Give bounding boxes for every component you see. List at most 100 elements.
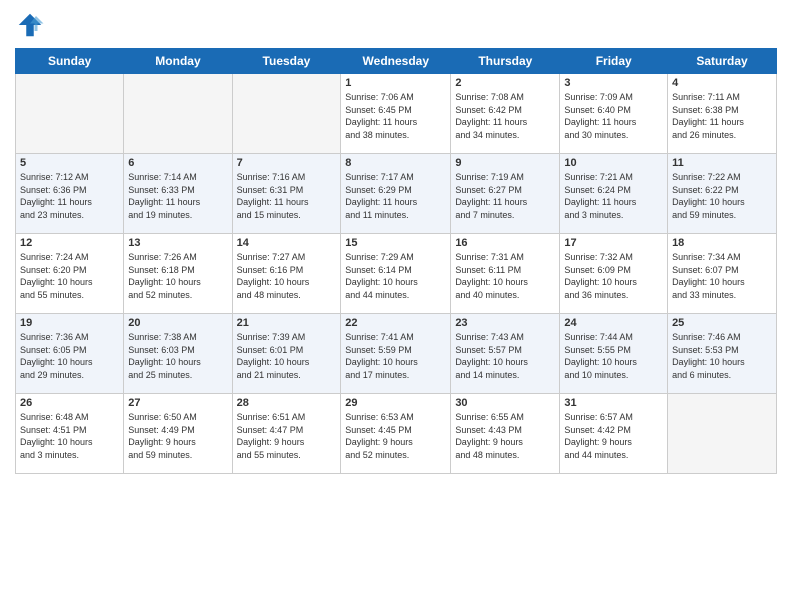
- calendar-cell: 28 Sunrise: 6:51 AM Sunset: 4:47 PM Dayli…: [232, 394, 341, 474]
- week-row-4: 19 Sunrise: 7:36 AM Sunset: 6:05 PM Dayli…: [16, 314, 777, 394]
- day-header-tuesday: Tuesday: [232, 49, 341, 74]
- day-number: 5: [20, 157, 119, 169]
- calendar-cell: 11 Sunrise: 7:22 AM Sunset: 6:22 PM Dayli…: [668, 154, 777, 234]
- day-number: 16: [455, 237, 555, 249]
- calendar-cell: [16, 74, 124, 154]
- day-number: 8: [345, 157, 446, 169]
- day-number: 10: [564, 157, 663, 169]
- calendar-cell: 10 Sunrise: 7:21 AM Sunset: 6:24 PM Dayli…: [560, 154, 668, 234]
- week-row-5: 26Sunrise: 6:48 AM Sunset: 4:51 PM Dayli…: [16, 394, 777, 474]
- calendar-cell: 12 Sunrise: 7:24 AM Sunset: 6:20 PM Dayli…: [16, 234, 124, 314]
- day-number: 20: [128, 317, 227, 329]
- day-info: Sunrise: 7:32 AM Sunset: 6:09 PM Dayligh…: [564, 251, 663, 301]
- day-number: 24: [564, 317, 663, 329]
- day-info: Sunrise: 7:27 AM Sunset: 6:16 PM Dayligh…: [237, 251, 337, 301]
- calendar-cell: [124, 74, 232, 154]
- day-number: 22: [345, 317, 446, 329]
- day-info: Sunrise: 7:06 AM Sunset: 6:45 PM Dayligh…: [345, 91, 446, 141]
- calendar-cell: 30 Sunrise: 6:55 AM Sunset: 4:43 PM Dayli…: [451, 394, 560, 474]
- day-header-wednesday: Wednesday: [341, 49, 451, 74]
- day-number: 19: [20, 317, 119, 329]
- day-number: 23: [455, 317, 555, 329]
- day-info: Sunrise: 7:14 AM Sunset: 6:33 PM Dayligh…: [128, 171, 227, 221]
- day-info: Sunrise: 7:46 AM Sunset: 5:53 PM Dayligh…: [672, 331, 772, 381]
- day-number: 3: [564, 77, 663, 89]
- day-info: Sunrise: 7:12 AM Sunset: 6:36 PM Dayligh…: [20, 171, 119, 221]
- day-info: Sunrise: 6:55 AM Sunset: 4:43 PM Dayligh…: [455, 411, 555, 461]
- day-number: 9: [455, 157, 555, 169]
- day-number: 15: [345, 237, 446, 249]
- day-info: Sunrise: 7:26 AM Sunset: 6:18 PM Dayligh…: [128, 251, 227, 301]
- calendar: SundayMondayTuesdayWednesdayThursdayFrid…: [15, 48, 777, 474]
- week-row-1: 1Sunrise: 7:06 AM Sunset: 6:45 PM Daylig…: [16, 74, 777, 154]
- day-info: Sunrise: 7:16 AM Sunset: 6:31 PM Dayligh…: [237, 171, 337, 221]
- calendar-cell: 14 Sunrise: 7:27 AM Sunset: 6:16 PM Dayli…: [232, 234, 341, 314]
- day-header-monday: Monday: [124, 49, 232, 74]
- calendar-cell: 1Sunrise: 7:06 AM Sunset: 6:45 PM Daylig…: [341, 74, 451, 154]
- calendar-cell: 15Sunrise: 7:29 AM Sunset: 6:14 PM Dayli…: [341, 234, 451, 314]
- day-number: 18: [672, 237, 772, 249]
- day-info: Sunrise: 6:51 AM Sunset: 4:47 PM Dayligh…: [237, 411, 337, 461]
- calendar-cell: 23 Sunrise: 7:43 AM Sunset: 5:57 PM Dayli…: [451, 314, 560, 394]
- calendar-cell: 21Sunrise: 7:39 AM Sunset: 6:01 PM Dayli…: [232, 314, 341, 394]
- day-number: 2: [455, 77, 555, 89]
- logo-icon: [15, 10, 45, 40]
- day-number: 28: [237, 397, 337, 409]
- day-info: Sunrise: 7:41 AM Sunset: 5:59 PM Dayligh…: [345, 331, 446, 381]
- calendar-cell: 24 Sunrise: 7:44 AM Sunset: 5:55 PM Dayli…: [560, 314, 668, 394]
- day-number: 12: [20, 237, 119, 249]
- day-number: 7: [237, 157, 337, 169]
- day-header-sunday: Sunday: [16, 49, 124, 74]
- day-number: 13: [128, 237, 227, 249]
- day-number: 17: [564, 237, 663, 249]
- calendar-cell: 5 Sunrise: 7:12 AM Sunset: 6:36 PM Daylig…: [16, 154, 124, 234]
- calendar-cell: 19 Sunrise: 7:36 AM Sunset: 6:05 PM Dayli…: [16, 314, 124, 394]
- calendar-cell: 27Sunrise: 6:50 AM Sunset: 4:49 PM Dayli…: [124, 394, 232, 474]
- day-info: Sunrise: 7:34 AM Sunset: 6:07 PM Dayligh…: [672, 251, 772, 301]
- day-header-thursday: Thursday: [451, 49, 560, 74]
- day-info: Sunrise: 6:53 AM Sunset: 4:45 PM Dayligh…: [345, 411, 446, 461]
- calendar-cell: 20 Sunrise: 7:38 AM Sunset: 6:03 PM Dayli…: [124, 314, 232, 394]
- day-number: 11: [672, 157, 772, 169]
- day-info: Sunrise: 7:09 AM Sunset: 6:40 PM Dayligh…: [564, 91, 663, 141]
- day-info: Sunrise: 7:43 AM Sunset: 5:57 PM Dayligh…: [455, 331, 555, 381]
- day-info: Sunrise: 7:17 AM Sunset: 6:29 PM Dayligh…: [345, 171, 446, 221]
- calendar-cell: 13 Sunrise: 7:26 AM Sunset: 6:18 PM Dayli…: [124, 234, 232, 314]
- day-number: 29: [345, 397, 446, 409]
- calendar-cell: 25Sunrise: 7:46 AM Sunset: 5:53 PM Dayli…: [668, 314, 777, 394]
- day-number: 14: [237, 237, 337, 249]
- day-number: 6: [128, 157, 227, 169]
- day-info: Sunrise: 7:22 AM Sunset: 6:22 PM Dayligh…: [672, 171, 772, 221]
- day-info: Sunrise: 7:39 AM Sunset: 6:01 PM Dayligh…: [237, 331, 337, 381]
- day-info: Sunrise: 7:36 AM Sunset: 6:05 PM Dayligh…: [20, 331, 119, 381]
- day-info: Sunrise: 7:19 AM Sunset: 6:27 PM Dayligh…: [455, 171, 555, 221]
- day-number: 4: [672, 77, 772, 89]
- day-header-friday: Friday: [560, 49, 668, 74]
- header: [15, 10, 777, 40]
- calendar-cell: 2 Sunrise: 7:08 AM Sunset: 6:42 PM Daylig…: [451, 74, 560, 154]
- day-info: Sunrise: 7:44 AM Sunset: 5:55 PM Dayligh…: [564, 331, 663, 381]
- week-row-3: 12 Sunrise: 7:24 AM Sunset: 6:20 PM Dayli…: [16, 234, 777, 314]
- day-info: Sunrise: 7:24 AM Sunset: 6:20 PM Dayligh…: [20, 251, 119, 301]
- calendar-cell: 9 Sunrise: 7:19 AM Sunset: 6:27 PM Daylig…: [451, 154, 560, 234]
- calendar-cell: 29 Sunrise: 6:53 AM Sunset: 4:45 PM Dayli…: [341, 394, 451, 474]
- calendar-cell: 6 Sunrise: 7:14 AM Sunset: 6:33 PM Daylig…: [124, 154, 232, 234]
- calendar-cell: [668, 394, 777, 474]
- day-number: 26: [20, 397, 119, 409]
- day-number: 30: [455, 397, 555, 409]
- day-header-saturday: Saturday: [668, 49, 777, 74]
- calendar-cell: 3 Sunrise: 7:09 AM Sunset: 6:40 PM Daylig…: [560, 74, 668, 154]
- day-info: Sunrise: 7:11 AM Sunset: 6:38 PM Dayligh…: [672, 91, 772, 141]
- calendar-cell: 18 Sunrise: 7:34 AM Sunset: 6:07 PM Dayli…: [668, 234, 777, 314]
- day-info: Sunrise: 7:08 AM Sunset: 6:42 PM Dayligh…: [455, 91, 555, 141]
- day-number: 31: [564, 397, 663, 409]
- calendar-cell: 7 Sunrise: 7:16 AM Sunset: 6:31 PM Daylig…: [232, 154, 341, 234]
- page: SundayMondayTuesdayWednesdayThursdayFrid…: [0, 0, 792, 612]
- calendar-cell: 31 Sunrise: 6:57 AM Sunset: 4:42 PM Dayli…: [560, 394, 668, 474]
- day-info: Sunrise: 6:57 AM Sunset: 4:42 PM Dayligh…: [564, 411, 663, 461]
- day-info: Sunrise: 7:21 AM Sunset: 6:24 PM Dayligh…: [564, 171, 663, 221]
- calendar-cell: 22 Sunrise: 7:41 AM Sunset: 5:59 PM Dayli…: [341, 314, 451, 394]
- day-info: Sunrise: 7:31 AM Sunset: 6:11 PM Dayligh…: [455, 251, 555, 301]
- calendar-cell: 17 Sunrise: 7:32 AM Sunset: 6:09 PM Dayli…: [560, 234, 668, 314]
- day-info: Sunrise: 7:38 AM Sunset: 6:03 PM Dayligh…: [128, 331, 227, 381]
